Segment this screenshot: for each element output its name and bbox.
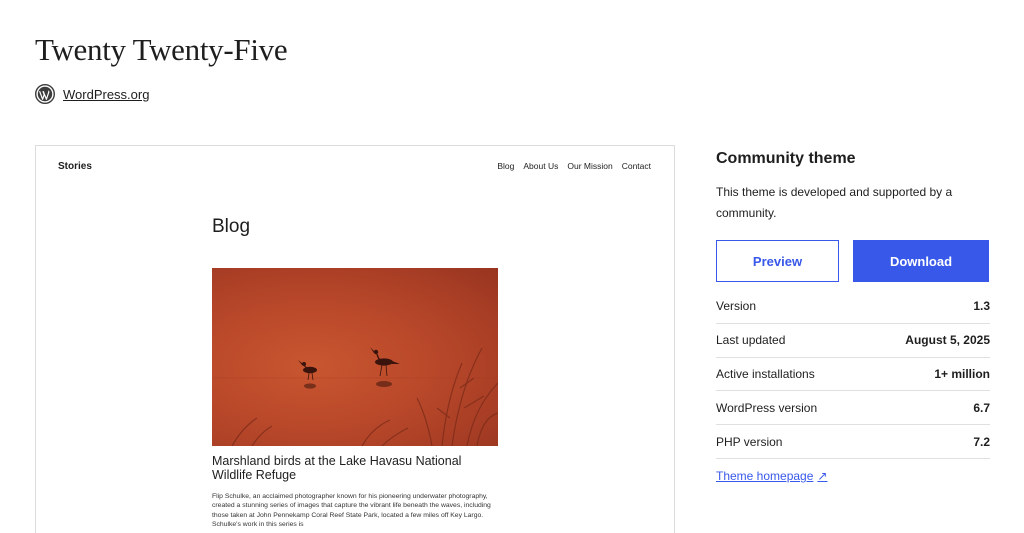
preview-nav-item: Blog [497,161,515,171]
theme-homepage-link[interactable]: Theme homepage ↗ [716,469,827,483]
theme-sidebar: Community theme This theme is developed … [716,150,990,485]
theme-meta-list: Version 1.3 Last updated August 5, 2025 … [716,290,990,459]
preview-featured-image [212,268,498,446]
preview-post-title: Marshland birds at the Lake Havasu Natio… [212,454,462,482]
preview-post-excerpt: Flip Schulke, an acclaimed photographer … [212,493,491,528]
preview-site-title: Stories [58,161,92,172]
meta-row-active-installations: Active installations 1+ million [716,358,990,392]
meta-value: August 5, 2025 [905,333,990,348]
preview-nav-item: Our Mission [567,161,613,171]
preview-nav-item: About Us [523,161,559,171]
arrow-up-right-icon: ↗ [817,468,828,483]
preview-nav: Blog About Us Our Mission Contact [497,161,651,171]
preview-header: Stories Blog About Us Our Mission Contac… [36,146,674,188]
meta-value: 1+ million [934,366,990,381]
theme-screenshot: Stories Blog About Us Our Mission Contac… [35,145,675,533]
meta-row-version: Version 1.3 [716,290,990,324]
meta-label: WordPress version [716,400,818,415]
meta-row-wordpress-version: WordPress version 6.7 [716,391,990,426]
preview-button[interactable]: Preview [716,240,839,282]
meta-label: Last updated [716,333,786,348]
meta-value: 1.3 [973,299,990,314]
theme-homepage-label: Theme homepage [716,468,814,483]
preview-nav-item: Contact [621,161,651,171]
download-button[interactable]: Download [853,240,989,282]
meta-label: Version [716,299,757,314]
preview-page-title: Blog [212,216,251,237]
meta-row-last-updated: Last updated August 5, 2025 [716,324,990,358]
meta-row-php-version: PHP version 7.2 [716,425,990,459]
meta-label: PHP version [716,434,783,449]
community-description: This theme is developed and supported by… [716,185,953,220]
meta-value: 7.2 [973,434,990,449]
author-row: WordPress.org [34,83,149,105]
community-title: Community theme [716,150,856,167]
action-buttons: Preview Download [716,240,990,282]
wordpress-logo-icon [34,83,56,105]
meta-value: 6.7 [973,400,990,415]
author-link[interactable]: WordPress.org [63,87,149,102]
meta-label: Active installations [716,366,815,381]
theme-title: Twenty Twenty-Five [35,32,288,67]
